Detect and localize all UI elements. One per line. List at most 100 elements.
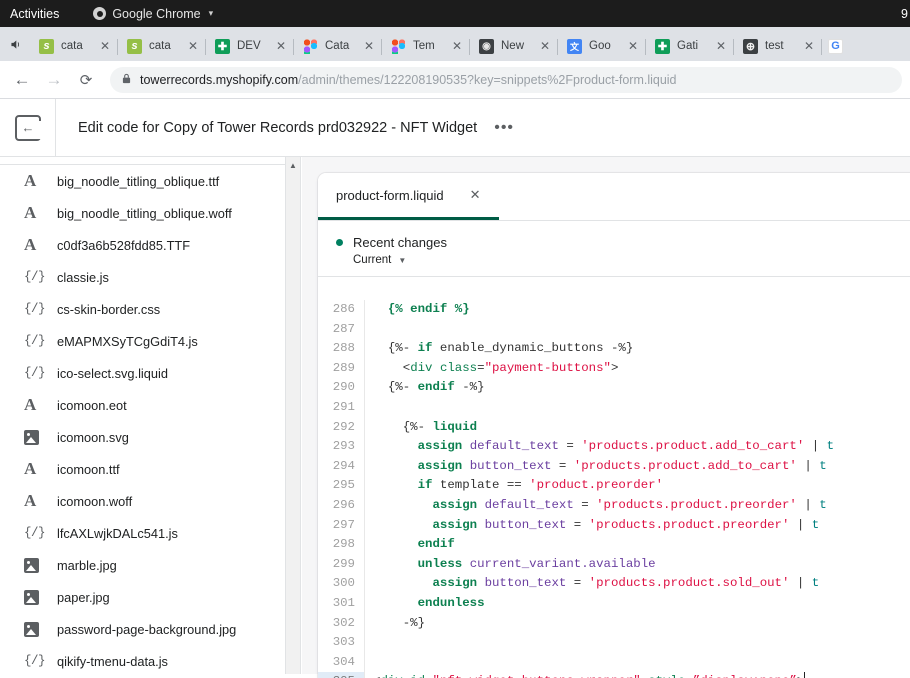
code-line-source: unless current_variant.available bbox=[365, 555, 656, 575]
more-actions-button[interactable]: ••• bbox=[494, 120, 514, 136]
file-list-item[interactable]: A icomoon.ttf bbox=[0, 453, 285, 485]
os-top-bar: Activities Google Chrome ▾ 9 bbox=[0, 0, 910, 27]
clock[interactable]: 9 bbox=[901, 0, 910, 27]
code-line[interactable]: 286 {% endif %} bbox=[318, 300, 910, 320]
browser-tab[interactable]: Cata ✕ bbox=[294, 31, 382, 61]
file-list-item[interactable]: A c0df3a6b528fdd85.TTF bbox=[0, 229, 285, 261]
tab-title: test bbox=[765, 40, 804, 52]
code-line[interactable]: 304 bbox=[318, 653, 910, 673]
code-line[interactable]: 301 endunless bbox=[318, 594, 910, 614]
address-bar[interactable]: towerrecords.myshopify.com/admin/themes/… bbox=[110, 67, 902, 93]
close-icon[interactable]: ✕ bbox=[470, 187, 481, 203]
close-icon[interactable]: ✕ bbox=[452, 40, 462, 52]
file-list-item[interactable]: paper.jpg bbox=[0, 581, 285, 613]
code-line[interactable]: 292 {%- liquid bbox=[318, 418, 910, 438]
code-line-source: if template == 'product.preorder' bbox=[365, 476, 663, 496]
file-list-item[interactable]: password-page-background.jpg bbox=[0, 613, 285, 645]
forward-button[interactable]: → bbox=[40, 66, 68, 94]
code-line[interactable]: 297 assign button_text = 'products.produ… bbox=[318, 516, 910, 536]
code-line[interactable]: 295 if template == 'product.preorder' bbox=[318, 476, 910, 496]
file-list-item[interactable]: icomoon.svg bbox=[0, 421, 285, 453]
code-line[interactable]: 296 assign default_text = 'products.prod… bbox=[318, 496, 910, 516]
scroll-up-arrow-icon[interactable]: ▲ bbox=[286, 157, 300, 174]
code-text-area[interactable]: 286 {% endif %}287288 {%- if enable_dyna… bbox=[318, 300, 910, 678]
code-line[interactable]: 290 {%- endif -%} bbox=[318, 378, 910, 398]
theme-file-list[interactable]: A big_noodle_titling_oblique.ttf A big_n… bbox=[0, 157, 286, 674]
code-line[interactable]: 305<div id="nft-widget-buttons-wrapper" … bbox=[318, 672, 910, 678]
code-editor-pane: product-form.liquid ✕ Recent changes Cur… bbox=[302, 157, 910, 674]
browser-tab[interactable]: cata ✕ bbox=[118, 31, 206, 61]
close-icon[interactable]: ✕ bbox=[364, 40, 374, 52]
browser-tab[interactable]: Tem ✕ bbox=[382, 31, 470, 61]
font-file-icon: A bbox=[24, 459, 46, 479]
browser-tab[interactable]: Gati ✕ bbox=[646, 31, 734, 61]
code-line[interactable]: 294 assign button_text = 'products.produ… bbox=[318, 457, 910, 477]
file-list-item[interactable]: marble.jpg bbox=[0, 549, 285, 581]
file-name: paper.jpg bbox=[57, 590, 110, 605]
line-number: 286 bbox=[318, 300, 365, 320]
browser-tab[interactable]: DEV ✕ bbox=[206, 31, 294, 61]
line-number: 296 bbox=[318, 496, 365, 516]
audio-indicator-icon[interactable] bbox=[0, 27, 30, 61]
tab-product-form-liquid[interactable]: product-form.liquid ✕ bbox=[318, 173, 499, 220]
tab-title: Gati bbox=[677, 40, 716, 52]
activities-button[interactable]: Activities bbox=[0, 7, 73, 21]
font-file-icon: A bbox=[24, 203, 46, 223]
editor-tab-label: product-form.liquid bbox=[336, 188, 444, 203]
code-line[interactable]: 291 bbox=[318, 398, 910, 418]
code-line[interactable]: 302 -%} bbox=[318, 614, 910, 634]
chrome-icon bbox=[93, 7, 106, 20]
file-list-item[interactable]: {/} lfcAXLwjkDALc541.js bbox=[0, 517, 285, 549]
file-list-item[interactable]: A big_noodle_titling_oblique.ttf bbox=[0, 165, 285, 197]
file-list-item[interactable]: {/} ico-select.svg.liquid bbox=[0, 357, 285, 389]
close-icon[interactable]: ✕ bbox=[540, 40, 550, 52]
code-line[interactable]: 289 <div class="payment-buttons"> bbox=[318, 359, 910, 379]
close-icon[interactable]: ✕ bbox=[276, 40, 286, 52]
version-selector[interactable]: Current ▼ bbox=[353, 254, 910, 266]
browser-tab[interactable]: New ✕ bbox=[470, 31, 558, 61]
file-list-item[interactable]: {/} qikify-tmenu-data.js bbox=[0, 645, 285, 674]
browser-tab[interactable] bbox=[822, 31, 848, 61]
code-line[interactable]: 303 bbox=[318, 633, 910, 653]
file-list-item[interactable]: A big_noodle_titling_oblique.woff bbox=[0, 197, 285, 229]
code-line[interactable]: 298 endif bbox=[318, 535, 910, 555]
browser-tab[interactable]: Goo ✕ bbox=[558, 31, 646, 61]
browser-tab[interactable]: test ✕ bbox=[734, 31, 822, 61]
code-line-source bbox=[365, 398, 373, 418]
back-button[interactable]: ← bbox=[8, 66, 36, 94]
green-cross-icon bbox=[655, 39, 670, 54]
close-icon[interactable]: ✕ bbox=[628, 40, 638, 52]
code-line[interactable]: 287 bbox=[318, 320, 910, 340]
reload-button[interactable]: ⟳ bbox=[72, 66, 100, 94]
line-number: 297 bbox=[318, 516, 365, 536]
code-line[interactable]: 299 unless current_variant.available bbox=[318, 555, 910, 575]
file-list-item[interactable]: A icomoon.eot bbox=[0, 389, 285, 421]
status-dot bbox=[336, 239, 343, 246]
file-list-item[interactable]: {/} eMAPMXSyTCgGdiT4.js bbox=[0, 325, 285, 357]
close-icon[interactable]: ✕ bbox=[100, 40, 110, 52]
tab-title: DEV bbox=[237, 40, 276, 52]
code-line-source: assign default_text = 'products.product.… bbox=[365, 437, 834, 457]
file-list-item[interactable]: A icomoon.woff bbox=[0, 485, 285, 517]
file-list-scrollbar[interactable]: ▲ bbox=[286, 157, 301, 674]
active-app-menu[interactable]: Google Chrome ▾ bbox=[93, 7, 213, 21]
close-icon[interactable]: ✕ bbox=[188, 40, 198, 52]
code-line-source: endunless bbox=[365, 594, 485, 614]
code-line[interactable]: 293 assign default_text = 'products.prod… bbox=[318, 437, 910, 457]
line-number: 290 bbox=[318, 378, 365, 398]
code-line[interactable]: 300 assign button_text = 'products.produ… bbox=[318, 574, 910, 594]
close-icon[interactable]: ✕ bbox=[804, 40, 814, 52]
code-line-source bbox=[365, 320, 373, 340]
browser-tab[interactable]: cata ✕ bbox=[30, 31, 118, 61]
line-number: 287 bbox=[318, 320, 365, 340]
page-title: Edit code for Copy of Tower Records prd0… bbox=[78, 120, 477, 136]
file-name: icomoon.ttf bbox=[57, 462, 120, 477]
google-icon bbox=[828, 39, 843, 54]
tab-title: cata bbox=[149, 40, 188, 52]
close-icon[interactable]: ✕ bbox=[716, 40, 726, 52]
file-list-item[interactable]: {/} cs-skin-border.css bbox=[0, 293, 285, 325]
code-line[interactable]: 288 {%- if enable_dynamic_buttons -%} bbox=[318, 339, 910, 359]
exit-code-editor-button[interactable]: ← bbox=[15, 115, 41, 141]
code-line-source: endif bbox=[365, 535, 455, 555]
file-list-item[interactable]: {/} classie.js bbox=[0, 261, 285, 293]
